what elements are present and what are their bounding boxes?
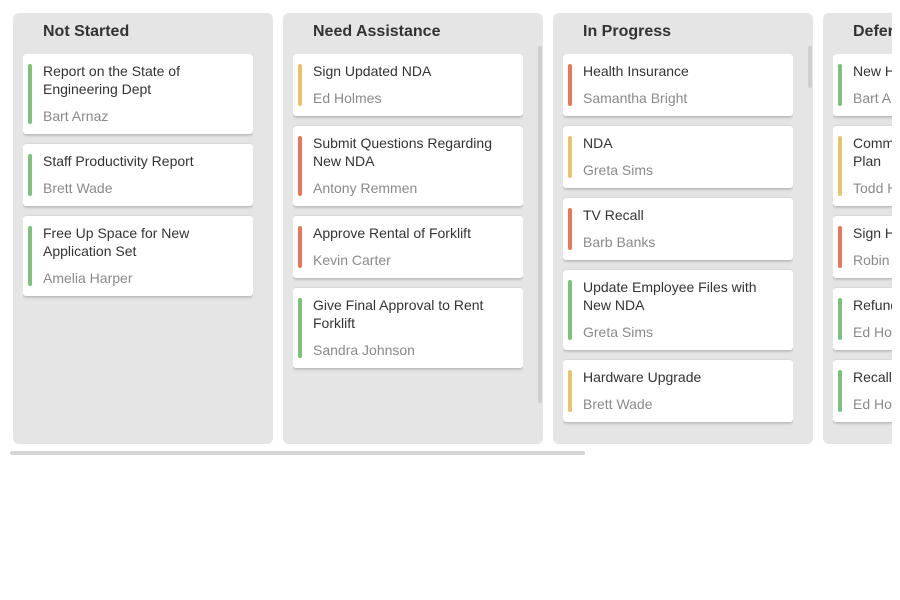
- card-title: Health Insurance: [583, 63, 689, 79]
- task-card[interactable]: Health Insurance Samantha Bright: [563, 54, 793, 116]
- card-list: Health Insurance Samantha Bright NDA Greta …: [563, 54, 793, 444]
- task-card[interactable]: Approve Rental of Forklift Kevin Carter: [293, 216, 523, 278]
- card-assignee: Ed Holmes: [853, 324, 892, 340]
- card-assignee: Greta Sims: [583, 162, 654, 178]
- card-title: Approve Rental of Forklift: [313, 225, 471, 241]
- column-need-assistance: Need Assistance Sign Updated NDA Ed Holmes…: [283, 13, 543, 444]
- task-card[interactable]: Staff Productivity Report Brett Wade: [23, 144, 253, 206]
- card-title: Sign Health Insurance Forms: [853, 225, 892, 241]
- priority-indicator: [568, 280, 572, 340]
- card-assignee: Todd Hoffman: [853, 180, 892, 196]
- column-title: Need Assistance: [313, 23, 441, 40]
- card-assignee: Barb Banks: [583, 234, 656, 250]
- priority-indicator: [28, 154, 32, 196]
- priority-indicator: [28, 64, 32, 124]
- priority-indicator: [298, 136, 302, 196]
- task-card[interactable]: New Hire Orientation Bart Arnaz: [833, 54, 892, 116]
- task-card[interactable]: Give Final Approval to Rent Forklift Sand…: [293, 288, 523, 368]
- card-assignee: Samantha Bright: [583, 90, 688, 106]
- card-assignee: Ed Holmes: [313, 90, 382, 106]
- card-title: Staff Productivity Report: [43, 153, 194, 169]
- card-title: NDA: [583, 135, 613, 151]
- card-title: Give Final Approval to Rent Forklift: [313, 297, 484, 331]
- task-card[interactable]: Hardware Upgrade Brett Wade: [563, 360, 793, 422]
- card-assignee: Brett Wade: [43, 180, 113, 196]
- column-scrollbar[interactable]: [808, 46, 812, 88]
- priority-indicator: [838, 370, 842, 412]
- card-title: Hardware Upgrade: [583, 369, 702, 385]
- card-title: Submit Questions Regarding New NDA: [313, 135, 492, 169]
- task-card[interactable]: Submit Questions Regarding New NDA Antony…: [293, 126, 523, 206]
- task-card[interactable]: Update Employee Files with New NDA Greta …: [563, 270, 793, 350]
- task-card[interactable]: TV Recall Barb Banks: [563, 198, 793, 260]
- kanban-board: Not Started Report on the State of Engine…: [13, 13, 892, 444]
- card-list: New Hire Orientation Bart Arnaz Communicat…: [833, 54, 892, 444]
- card-assignee: Robin Cosworth: [853, 252, 892, 268]
- priority-indicator: [838, 226, 842, 268]
- priority-indicator: [298, 298, 302, 358]
- card-title: Report on the State of Engineering Dept: [43, 63, 180, 97]
- card-assignee: Sandra Johnson: [313, 342, 415, 358]
- priority-indicator: [298, 64, 302, 106]
- card-assignee: Bart Arnaz: [43, 108, 109, 124]
- card-title: Recall Rebate Form: [853, 369, 892, 385]
- priority-indicator: [298, 226, 302, 268]
- horizontal-scrollbar[interactable]: [10, 451, 585, 455]
- card-title: Update Employee Files with New NDA: [583, 279, 757, 313]
- card-assignee: Ed Holmes: [853, 396, 892, 412]
- priority-indicator: [568, 64, 572, 106]
- column-deferred: Deferred New Hire Orientation Bart Arnaz Co…: [823, 13, 892, 444]
- card-list: Report on the State of Engineering Dept B…: [23, 54, 253, 444]
- priority-indicator: [28, 226, 32, 286]
- task-card[interactable]: Sign Health Insurance Forms Robin Coswort…: [833, 216, 892, 278]
- task-card[interactable]: Communicate the New Project Plan Todd Hof…: [833, 126, 892, 206]
- task-card[interactable]: Free Up Space for New Application Set Ame…: [23, 216, 253, 296]
- priority-indicator: [568, 370, 572, 412]
- column-title: Not Started: [43, 23, 130, 40]
- column-title: Deferred: [853, 23, 892, 40]
- card-assignee: Brett Wade: [583, 396, 653, 412]
- card-title: Communicate the New Project Plan: [853, 135, 892, 169]
- column-scrollbar[interactable]: [538, 46, 542, 403]
- priority-indicator: [838, 64, 842, 106]
- task-card[interactable]: NDA Greta Sims: [563, 126, 793, 188]
- card-title: Refund Request: [853, 297, 892, 313]
- kanban-board-viewport: Not Started Report on the State of Engine…: [0, 0, 892, 460]
- column-not-started: Not Started Report on the State of Engine…: [13, 13, 273, 444]
- column-title: In Progress: [583, 23, 672, 40]
- card-title: Sign Updated NDA: [313, 63, 432, 79]
- card-assignee: Amelia Harper: [43, 270, 133, 286]
- column-in-progress: In Progress Health Insurance Samantha Brig…: [553, 13, 813, 444]
- priority-indicator: [568, 208, 572, 250]
- card-assignee: Bart Arnaz: [853, 90, 892, 106]
- priority-indicator: [838, 136, 842, 196]
- card-title: New Hire Orientation: [853, 63, 892, 79]
- task-card[interactable]: Recall Rebate Form Ed Holmes: [833, 360, 892, 422]
- card-assignee: Antony Remmen: [313, 180, 418, 196]
- card-assignee: Kevin Carter: [313, 252, 391, 268]
- card-assignee: Greta Sims: [583, 324, 654, 340]
- card-title: TV Recall: [583, 207, 644, 223]
- task-card[interactable]: Sign Updated NDA Ed Holmes: [293, 54, 523, 116]
- task-card[interactable]: Refund Request Ed Holmes: [833, 288, 892, 350]
- card-list: Sign Updated NDA Ed Holmes Submit Question…: [293, 54, 523, 444]
- task-card[interactable]: Report on the State of Engineering Dept B…: [23, 54, 253, 134]
- priority-indicator: [838, 298, 842, 340]
- priority-indicator: [568, 136, 572, 178]
- card-title: Free Up Space for New Application Set: [43, 225, 190, 259]
